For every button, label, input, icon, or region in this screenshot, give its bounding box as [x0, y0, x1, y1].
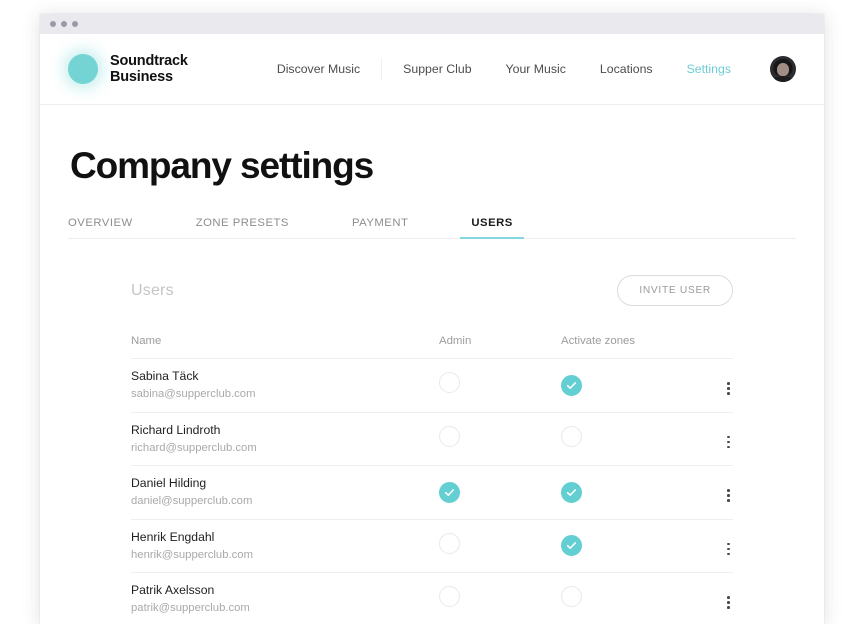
column-header-name: Name: [131, 335, 162, 347]
kebab-menu-icon[interactable]: [724, 539, 733, 560]
user-name: Henrik Engdahl: [131, 529, 215, 544]
nav-divider: [381, 58, 383, 80]
user-identity: Richard Lindroth richard@supperclub.com: [131, 423, 439, 455]
user-identity: Henrik Engdahl henrik@supperclub.com: [131, 530, 439, 562]
nav-links: Discover Music Supper Club Your Music Lo…: [260, 56, 796, 82]
tab-payment[interactable]: PAYMENT: [352, 217, 408, 238]
nav-item-settings[interactable]: Settings: [687, 62, 731, 76]
page-title: Company settings: [70, 145, 374, 186]
avatar-body: [772, 76, 794, 82]
user-name: Daniel Hilding: [131, 476, 207, 491]
users-heading: Users: [131, 281, 174, 299]
users-panel: Users INVITE USER Name Admin Activate zo…: [68, 239, 796, 624]
user-avatar[interactable]: [770, 56, 796, 82]
activate-zones-checkbox[interactable]: [561, 481, 582, 503]
row-actions-cell: [716, 479, 733, 506]
users-table-header: Name Admin Activate zones: [131, 335, 733, 359]
settings-tabs: OVERVIEW ZONE PRESETS PAYMENT USERS: [68, 217, 796, 239]
activate-zones-checkbox[interactable]: [561, 586, 582, 608]
nav-item-locations[interactable]: Locations: [600, 62, 653, 76]
admin-cell: [439, 425, 561, 452]
brand-line-2: Business: [110, 69, 173, 85]
user-email: patrik@supperclub.com: [131, 602, 250, 615]
tab-users[interactable]: USERS: [460, 217, 525, 239]
kebab-menu-icon[interactable]: [724, 485, 733, 506]
activate-zones-cell: [561, 425, 716, 452]
activate-zones-cell: [561, 481, 716, 503]
page-content: Company settings OVERVIEW ZONE PRESETS P…: [40, 145, 824, 624]
user-identity: Sabina Täck sabina@supperclub.com: [131, 369, 439, 401]
brand-wordmark: Soundtrack Business: [110, 53, 188, 85]
table-row: Daniel Hilding daniel@supperclub.com: [131, 466, 733, 520]
admin-checkbox[interactable]: [439, 532, 460, 554]
table-row: Patrik Axelsson patrik@supperclub.com: [131, 573, 733, 624]
brand-logo[interactable]: Soundtrack Business: [68, 53, 188, 85]
avatar-face: [777, 63, 789, 77]
window-minimize-dot[interactable]: [61, 21, 67, 27]
nav-item-discover-music[interactable]: Discover Music: [277, 62, 360, 76]
activate-zones-cell: [561, 586, 716, 612]
user-identity: Patrik Axelsson patrik@supperclub.com: [131, 583, 439, 615]
user-email: richard@supperclub.com: [131, 441, 257, 454]
user-name: Richard Lindroth: [131, 422, 221, 437]
admin-checkbox[interactable]: [439, 372, 460, 394]
kebab-menu-icon[interactable]: [724, 432, 733, 453]
admin-cell: [439, 586, 561, 612]
top-navigation: Soundtrack Business Discover Music Suppe…: [40, 34, 824, 105]
row-actions-cell: [716, 372, 733, 399]
kebab-menu-icon[interactable]: [724, 592, 733, 613]
row-actions-cell: [716, 532, 733, 559]
users-table: Name Admin Activate zones Sabina Täck sa…: [131, 335, 733, 624]
activate-zones-cell: [561, 374, 716, 396]
row-actions-cell: [716, 586, 733, 613]
admin-cell: [439, 532, 561, 559]
window-close-dot[interactable]: [50, 21, 56, 27]
users-header: Users INVITE USER: [131, 239, 733, 306]
user-identity: Daniel Hilding daniel@supperclub.com: [131, 476, 439, 508]
admin-cell: [439, 481, 561, 503]
nav-item-your-music[interactable]: Your Music: [506, 62, 566, 76]
user-name: Patrik Axelsson: [131, 583, 215, 598]
activate-zones-checkbox[interactable]: [561, 374, 582, 396]
admin-cell: [439, 372, 561, 398]
admin-checkbox[interactable]: [439, 586, 460, 608]
table-row: Sabina Täck sabina@supperclub.com: [131, 359, 733, 413]
row-actions-cell: [716, 425, 733, 452]
user-email: henrik@supperclub.com: [131, 548, 253, 561]
kebab-menu-icon[interactable]: [724, 378, 733, 399]
admin-checkbox[interactable]: [439, 425, 460, 447]
activate-zones-checkbox[interactable]: [561, 535, 582, 557]
tab-zone-presets[interactable]: ZONE PRESETS: [196, 217, 289, 238]
browser-window: Soundtrack Business Discover Music Suppe…: [40, 14, 824, 624]
table-row: Henrik Engdahl henrik@supperclub.com: [131, 520, 733, 573]
browser-titlebar: [40, 14, 824, 34]
window-maximize-dot[interactable]: [72, 21, 78, 27]
soundtrack-logo-icon: [68, 54, 98, 84]
column-header-activate-zones: Activate zones: [561, 335, 636, 347]
activate-zones-cell: [561, 535, 716, 557]
invite-user-button[interactable]: INVITE USER: [617, 275, 733, 306]
activate-zones-checkbox[interactable]: [561, 425, 582, 447]
admin-checkbox[interactable]: [439, 481, 460, 503]
column-header-admin: Admin: [439, 335, 472, 347]
user-email: sabina@supperclub.com: [131, 388, 256, 401]
tab-overview[interactable]: OVERVIEW: [68, 217, 133, 238]
user-email: daniel@supperclub.com: [131, 495, 253, 508]
brand-line-1: Soundtrack: [110, 52, 188, 69]
user-name: Sabina Täck: [131, 369, 199, 384]
table-row: Richard Lindroth richard@supperclub.com: [131, 413, 733, 466]
nav-item-supper-club[interactable]: Supper Club: [403, 62, 471, 76]
